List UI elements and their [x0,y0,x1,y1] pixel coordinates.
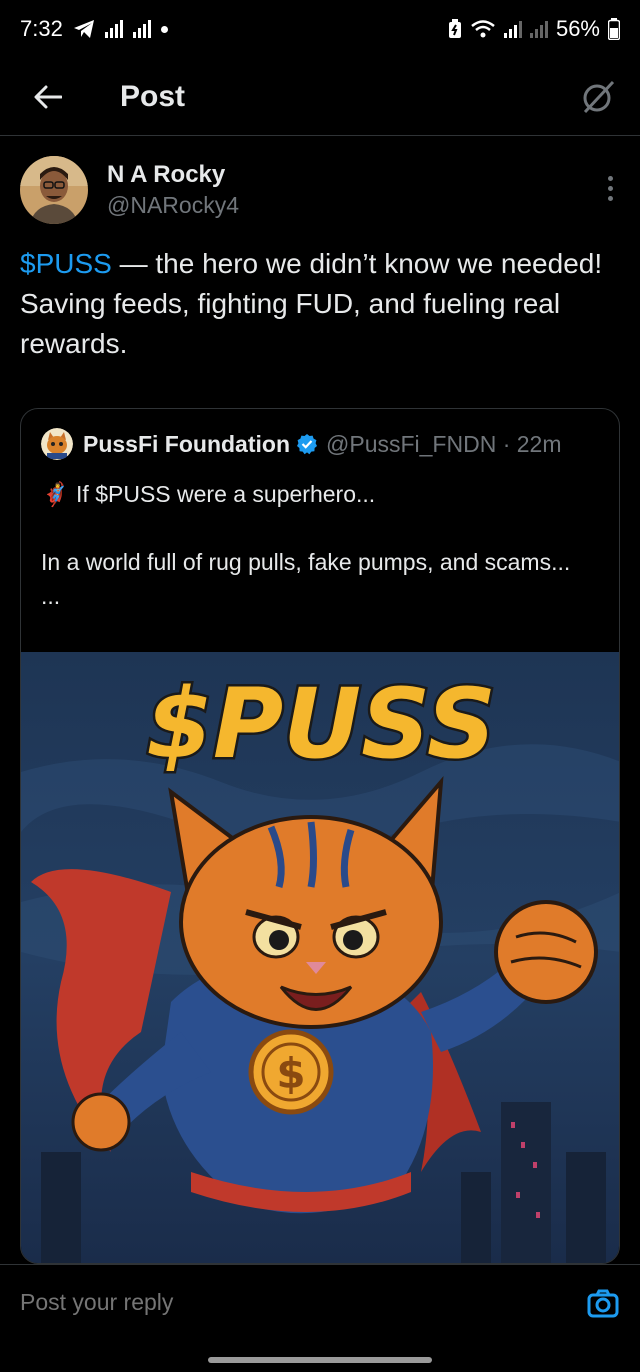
home-indicator[interactable] [208,1357,432,1363]
more-options-button[interactable] [600,176,620,201]
post-text: $PUSS — the hero we didn’t know we neede… [20,244,620,364]
notification-dot-icon [160,25,168,33]
post-text-line1: — the hero we didn’t know we needed! [111,248,603,279]
quote-text: 🦸‍♂️ If $PUSS were a superhero... In a w… [21,461,619,613]
cell-signal-icon [529,20,548,38]
post-header: Post [0,58,640,136]
quote-author-name[interactable]: PussFi Foundation [83,431,290,458]
reply-input[interactable] [20,1289,586,1316]
grok-icon [583,80,615,113]
signal-icon [132,20,151,38]
quote-text-line: In a world full of rug pulls, fake pumps… [41,549,571,575]
camera-icon[interactable] [586,1286,620,1320]
telegram-icon [73,20,94,38]
cell-signal-icon [503,20,522,38]
author-row: N A Rocky @NARocky4 [20,156,620,224]
arrow-left-icon [34,85,62,108]
wifi-icon [471,20,495,38]
quote-text-line: ... [41,583,61,609]
author-handle[interactable]: @NARocky4 [107,190,239,220]
coin-symbol: $ [276,1049,305,1098]
status-time: 7:32 [20,16,63,41]
post-text-line2: Saving feeds, fighting FUD, and fueling … [20,288,561,359]
quoted-post[interactable]: PussFi Foundation @PussFi_FNDN · 22m 🦸‍♂… [20,408,620,1264]
cashtag-link[interactable]: $PUSS [20,248,112,279]
avatar[interactable] [20,156,88,224]
quote-handle-time: @PussFi_FNDN · 22m [326,430,562,457]
status-bar: 7:32 56% [0,0,640,58]
battery-saver-icon [448,19,461,38]
quote-image[interactable]: $PUSS $ [21,652,620,1264]
image-title: $PUSS [146,668,496,780]
reply-bar [0,1264,640,1340]
system-nav-bar [0,1340,640,1372]
battery-icon [608,18,620,40]
quote-text-line: 🦸‍♂️ If $PUSS were a superhero... [41,481,376,507]
grok-button[interactable] [576,75,620,119]
battery-percent: 56% [555,16,600,41]
back-button[interactable] [18,67,78,127]
quote-avatar[interactable] [41,428,73,460]
author-name[interactable]: N A Rocky [107,160,239,190]
quote-text-line [41,511,599,545]
signal-icon [104,20,123,38]
verified-badge-icon [297,434,317,455]
post: N A Rocky @NARocky4 $PUSS — the hero we … [0,137,640,364]
page-title: Post [120,79,186,113]
